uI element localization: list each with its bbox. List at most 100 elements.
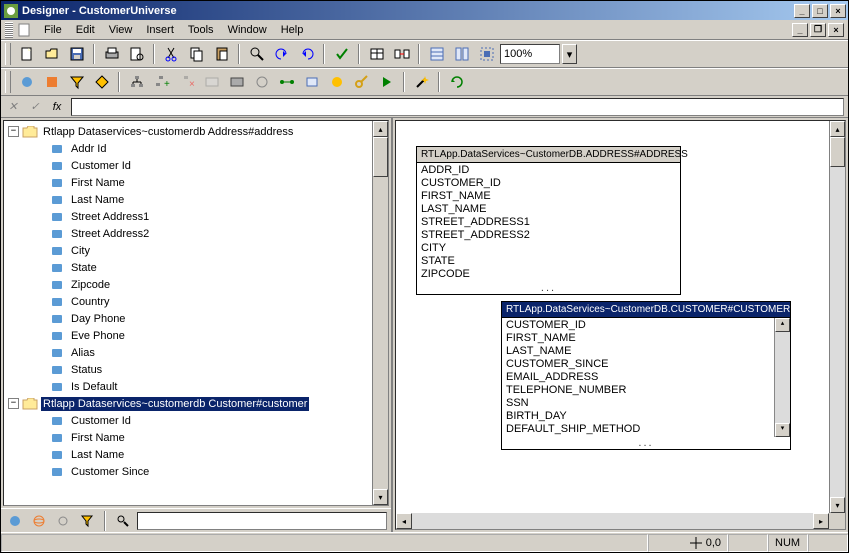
tree-item[interactable]: Street Address2 xyxy=(6,225,386,242)
object-button[interactable] xyxy=(40,71,63,93)
menu-insert[interactable]: Insert xyxy=(139,22,181,38)
scroll-up-icon[interactable]: ▴ xyxy=(373,121,388,137)
formula-input[interactable] xyxy=(71,98,844,116)
hierarchy-add-button[interactable]: + xyxy=(150,71,173,93)
tree-item[interactable]: Last Name xyxy=(6,446,386,463)
formula-confirm-icon[interactable]: ✓ xyxy=(27,100,43,113)
open-button[interactable] xyxy=(40,43,63,65)
run-button[interactable] xyxy=(375,71,398,93)
tree-item[interactable]: Is Default xyxy=(6,378,386,395)
tree-item[interactable]: City xyxy=(6,242,386,259)
find-button[interactable] xyxy=(245,43,268,65)
menu-window[interactable]: Window xyxy=(221,22,274,38)
refresh-button[interactable] xyxy=(445,71,468,93)
tree-item[interactable]: Eve Phone xyxy=(6,327,386,344)
erd-field[interactable]: STREET_ADDRESS2 xyxy=(421,229,676,242)
fit-button[interactable] xyxy=(475,43,498,65)
check-button[interactable] xyxy=(330,43,353,65)
menu-handle[interactable] xyxy=(5,22,13,38)
arrange-button[interactable] xyxy=(450,43,473,65)
menu-tools[interactable]: Tools xyxy=(181,22,221,38)
tree-item[interactable]: Addr Id xyxy=(6,140,386,157)
tree-item[interactable]: Status xyxy=(6,361,386,378)
scroll-right-icon[interactable]: ▸ xyxy=(813,513,829,529)
canvas-vscrollbar[interactable]: ▴ ▾ xyxy=(829,121,845,513)
tree-item[interactable]: State xyxy=(6,259,386,276)
tree-item[interactable]: First Name xyxy=(6,174,386,191)
scroll-down-icon[interactable]: ▾ xyxy=(373,489,388,505)
erd-field[interactable]: DEFAULT_SHIP_METHOD xyxy=(506,423,770,436)
erd-table-address[interactable]: RTLApp.DataServices~CustomerDB.ADDRESS#A… xyxy=(416,146,681,295)
mdi-minimize-button[interactable]: _ xyxy=(792,23,808,37)
scroll-thumb[interactable] xyxy=(830,137,845,167)
class-tab-icon[interactable] xyxy=(5,511,25,531)
menu-edit[interactable]: Edit xyxy=(69,22,102,38)
derived-button[interactable] xyxy=(300,71,323,93)
erd-field[interactable]: TELEPHONE_NUMBER xyxy=(506,384,770,397)
tree-filter-input[interactable] xyxy=(137,512,387,530)
erd-field[interactable]: ZIPCODE xyxy=(421,268,676,281)
relation-button[interactable] xyxy=(275,71,298,93)
tree-item[interactable]: Street Address1 xyxy=(6,208,386,225)
erd-field[interactable]: LAST_NAME xyxy=(506,345,770,358)
erd-field[interactable]: LAST_NAME xyxy=(421,203,676,216)
tree-item[interactable]: First Name xyxy=(6,429,386,446)
erd-field[interactable]: SSN xyxy=(506,397,770,410)
mdi-restore-button[interactable]: ❐ xyxy=(810,23,826,37)
menu-help[interactable]: Help xyxy=(274,22,311,38)
erd-canvas[interactable]: RTLApp.DataServices~CustomerDB.ADDRESS#A… xyxy=(396,121,829,513)
print-button[interactable] xyxy=(100,43,123,65)
erd-address-title[interactable]: RTLApp.DataServices~CustomerDB.ADDRESS#A… xyxy=(417,147,680,163)
scroll-up-icon[interactable]: ▴ xyxy=(830,121,845,137)
table-insert-button[interactable] xyxy=(365,43,388,65)
tree-item[interactable]: Customer Id xyxy=(6,157,386,174)
save-button[interactable] xyxy=(65,43,88,65)
expander-icon[interactable]: − xyxy=(8,126,19,137)
tab-filter-icon[interactable] xyxy=(77,511,97,531)
erd-customer-title[interactable]: RTLApp.DataServices~CustomerDB.CUSTOMER#… xyxy=(502,302,790,318)
scroll-down-icon[interactable]: ▾ xyxy=(830,497,845,513)
universe-tab-icon[interactable] xyxy=(29,511,49,531)
formula-fx-icon[interactable]: fx xyxy=(49,101,65,113)
zoom-input[interactable]: 100% xyxy=(500,44,560,64)
close-button[interactable]: × xyxy=(830,4,846,18)
tree-vscrollbar[interactable]: ▴ ▾ xyxy=(372,121,388,505)
formula-cancel-icon[interactable]: ✕ xyxy=(5,100,21,113)
key-button[interactable] xyxy=(350,71,373,93)
erd-field[interactable]: STREET_ADDRESS1 xyxy=(421,216,676,229)
detect-button[interactable] xyxy=(250,71,273,93)
erd-customer-vscroll[interactable]: ▴ ▾ xyxy=(774,318,790,437)
tree-item[interactable]: Customer Id xyxy=(6,412,386,429)
magic-button[interactable] xyxy=(410,71,433,93)
erd-field[interactable]: FIRST_NAME xyxy=(421,190,676,203)
tree-group-customer[interactable]: −Rtlapp Dataservices~customerdb Customer… xyxy=(6,395,386,412)
erd-field[interactable]: CUSTOMER_ID xyxy=(421,177,676,190)
paste-button[interactable] xyxy=(210,43,233,65)
minimize-button[interactable]: _ xyxy=(794,4,810,18)
tree-item[interactable]: Last Name xyxy=(6,191,386,208)
grid-view-button[interactable] xyxy=(425,43,448,65)
canvas-hscrollbar[interactable]: ◂ ▸ xyxy=(396,513,829,529)
context-button[interactable] xyxy=(325,71,348,93)
erd-field[interactable]: EMAIL_ADDRESS xyxy=(506,371,770,384)
toolbar-handle-2[interactable] xyxy=(5,71,11,93)
erd-field[interactable]: ADDR_ID xyxy=(421,164,676,177)
print-preview-button[interactable] xyxy=(125,43,148,65)
undo-button[interactable] xyxy=(270,43,293,65)
zoom-dropdown[interactable]: ▾ xyxy=(562,44,577,64)
tree-view[interactable]: −Rtlapp Dataservices~customerdb Address#… xyxy=(3,120,389,506)
tree-item[interactable]: Zipcode xyxy=(6,276,386,293)
mdi-close-button[interactable]: × xyxy=(828,23,844,37)
show-button[interactable] xyxy=(200,71,223,93)
cut-button[interactable] xyxy=(160,43,183,65)
tree-item[interactable]: Day Phone xyxy=(6,310,386,327)
find-tree-button[interactable] xyxy=(113,511,133,531)
erd-field[interactable]: BIRTH_DAY xyxy=(506,410,770,423)
hierarchy-remove-button[interactable]: × xyxy=(175,71,198,93)
erd-field[interactable]: CUSTOMER_SINCE xyxy=(506,358,770,371)
hide-button[interactable] xyxy=(225,71,248,93)
redo-button[interactable] xyxy=(295,43,318,65)
toolbar-handle-1[interactable] xyxy=(5,43,11,65)
erd-field[interactable]: STATE xyxy=(421,255,676,268)
scroll-left-icon[interactable]: ◂ xyxy=(396,513,412,529)
